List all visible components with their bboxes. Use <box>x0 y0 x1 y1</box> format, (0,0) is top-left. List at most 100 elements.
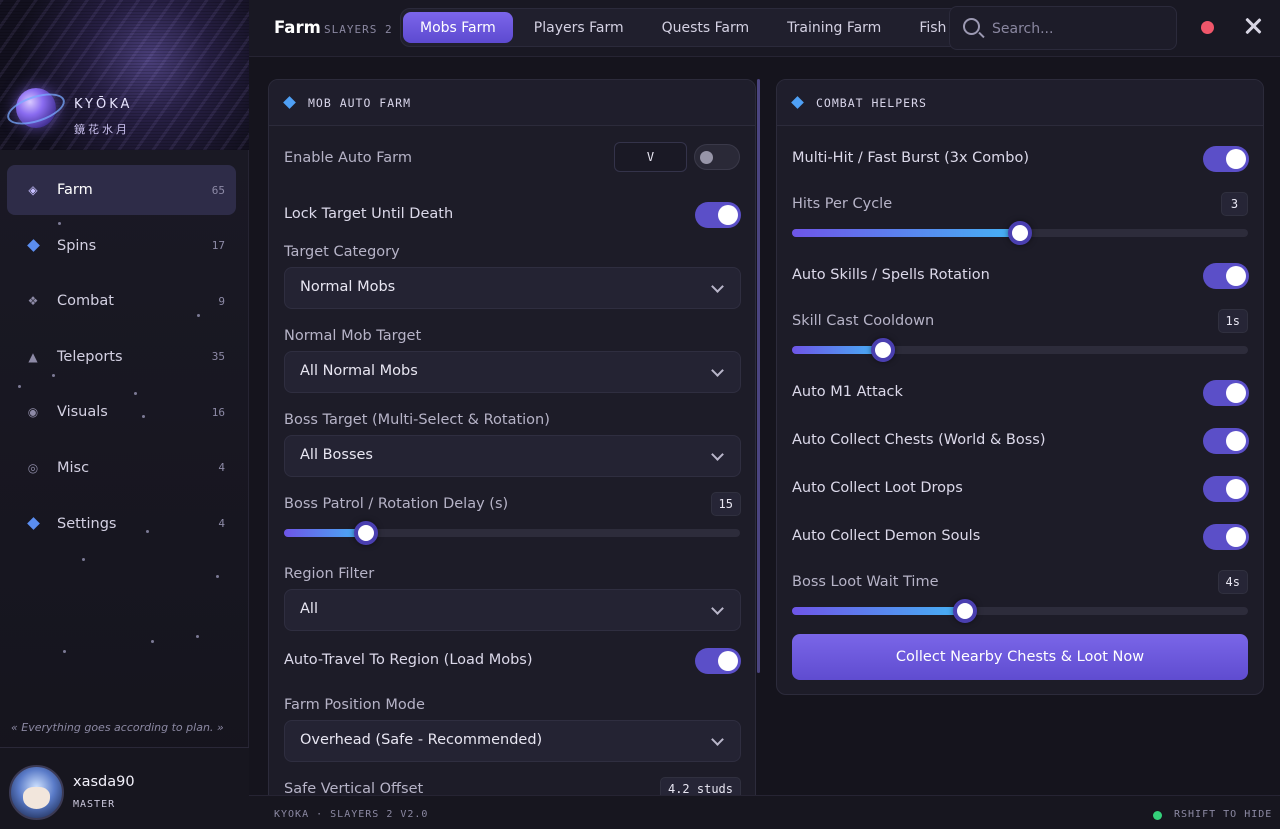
decor-star <box>142 415 145 418</box>
keybind-button[interactable]: V <box>614 142 687 172</box>
loot-wait-label: Boss Loot Wait Time <box>792 574 939 590</box>
loot-wait-slider[interactable] <box>792 599 1248 623</box>
tab-quests-farm[interactable]: Quests Farm <box>645 12 767 43</box>
main-content: MOB AUTO FARM Enable Auto Farm V Lock Ta… <box>249 57 1280 795</box>
boss-delay-label: Boss Patrol / Rotation Delay (s) <box>284 496 509 512</box>
collect-loot-button[interactable]: Collect Nearby Chests & Loot Now <box>792 634 1248 680</box>
enable-auto-farm-row: Enable Auto Farm V <box>269 126 755 190</box>
sidebar-item-combat[interactable]: ❖ Combat 9 <box>7 276 236 326</box>
multi-hit-toggle[interactable] <box>1203 146 1249 172</box>
panel-title: COMBAT HELPERS <box>816 95 927 110</box>
sidebar-item-label: Combat <box>57 293 114 310</box>
decor-star <box>63 650 66 653</box>
decor-star <box>197 314 200 317</box>
farm-position-select[interactable]: Overhead (Safe - Recommended) <box>284 720 741 762</box>
auto-skills-row: Auto Skills / Spells Rotation <box>777 251 1263 299</box>
avatar[interactable] <box>9 765 64 820</box>
sidebar: KYŌKA 鏡花水月 ◈ Farm 65 Spins 17 ❖ Combat 9… <box>0 0 249 829</box>
auto-travel-row: Auto-Travel To Region (Load Mobs) <box>269 636 755 684</box>
diamond-icon <box>283 96 296 109</box>
enable-auto-farm-label: Enable Auto Farm <box>284 150 413 166</box>
tab-mobs-farm[interactable]: Mobs Farm <box>403 12 513 43</box>
auto-loot-row: Auto Collect Loot Drops <box>777 464 1263 512</box>
auto-skills-label: Auto Skills / Spells Rotation <box>792 267 990 283</box>
region-filter-select[interactable]: All <box>284 589 741 631</box>
sidebar-quote: « Everything goes according to plan. » <box>11 721 224 734</box>
enable-auto-farm-toggle[interactable] <box>694 144 740 170</box>
panel-title: MOB AUTO FARM <box>308 95 412 110</box>
decor-star <box>134 392 137 395</box>
slider-knob[interactable] <box>1008 221 1032 245</box>
sidebar-item-teleports[interactable]: ▲ Teleports 35 <box>7 332 236 382</box>
auto-loot-label: Auto Collect Loot Drops <box>792 480 963 496</box>
search-input[interactable] <box>992 18 1167 40</box>
decor-star <box>18 385 21 388</box>
normal-mob-target-select[interactable]: All Normal Mobs <box>284 351 741 393</box>
select-value: Normal Mobs <box>300 279 396 295</box>
auto-souls-toggle[interactable] <box>1203 524 1249 550</box>
diamond-icon <box>791 96 804 109</box>
auto-chests-toggle[interactable] <box>1203 428 1249 454</box>
triangle-icon: ▲ <box>28 349 38 364</box>
sidebar-item-spins[interactable]: Spins 17 <box>7 221 236 271</box>
sidebar-item-settings[interactable]: Settings 4 <box>7 499 236 549</box>
eye-circle-icon: ◉ <box>27 405 39 420</box>
tab-training-farm[interactable]: Training Farm <box>770 12 898 43</box>
page-title: Farm <box>274 18 321 37</box>
sidebar-item-visuals[interactable]: ◉ Visuals 16 <box>7 387 236 437</box>
online-status-icon <box>1153 811 1162 820</box>
auto-chests-row: Auto Collect Chests (World & Boss) <box>777 416 1263 464</box>
skill-cooldown-label: Skill Cast Cooldown <box>792 313 935 329</box>
scrollbar[interactable] <box>757 79 760 673</box>
decor-star <box>196 635 199 638</box>
panel-header: COMBAT HELPERS <box>777 80 1263 126</box>
sidebar-item-label: Farm <box>57 182 93 198</box>
boss-delay-slider[interactable] <box>284 521 740 545</box>
target-category-select[interactable]: Normal Mobs <box>284 267 741 309</box>
diamond-outline-icon: ◈ <box>28 183 38 197</box>
sidebar-item-count: 9 <box>218 294 225 308</box>
hide-hint: RSHIFT TO HIDE <box>1174 809 1273 820</box>
sidebar-item-label: Misc <box>57 459 90 476</box>
vertical-offset-value: 4.2 studs <box>659 777 741 795</box>
close-icon[interactable] <box>1242 15 1264 37</box>
diamond-filled-icon <box>26 517 40 531</box>
lock-target-toggle[interactable] <box>695 202 741 228</box>
auto-travel-toggle[interactable] <box>695 648 741 674</box>
tab-players-farm[interactable]: Players Farm <box>517 12 641 43</box>
sidebar-item-label: Spins <box>57 237 97 254</box>
sidebar-item-misc[interactable]: ◎ Misc 4 <box>7 443 236 493</box>
sidebar-item-count: 35 <box>211 350 225 364</box>
auto-souls-row: Auto Collect Demon Souls <box>777 512 1263 560</box>
boss-target-label: Boss Target (Multi-Select & Rotation) <box>284 412 550 428</box>
vertical-offset-label: Safe Vertical Offset <box>284 781 424 795</box>
hits-per-cycle-slider[interactable] <box>792 221 1248 245</box>
mob-auto-farm-panel: MOB AUTO FARM Enable Auto Farm V Lock Ta… <box>268 79 756 795</box>
slider-knob[interactable] <box>871 338 896 362</box>
auto-skills-toggle[interactable] <box>1203 263 1249 289</box>
slider-knob[interactable] <box>953 599 978 623</box>
auto-m1-label: Auto M1 Attack <box>792 384 903 400</box>
hits-per-cycle-label: Hits Per Cycle <box>792 196 893 212</box>
multi-hit-label: Multi-Hit / Fast Burst (3x Combo) <box>792 150 1030 166</box>
boss-target-select[interactable]: All Bosses <box>284 435 741 477</box>
slider-knob[interactable] <box>354 521 379 545</box>
sidebar-item-farm[interactable]: ◈ Farm 65 <box>7 165 236 215</box>
decor-star <box>52 374 55 377</box>
auto-m1-toggle[interactable] <box>1203 380 1249 406</box>
skill-cooldown-value: 1s <box>1217 309 1248 333</box>
decor-star <box>216 575 219 578</box>
slider-fill <box>792 607 966 615</box>
auto-m1-row: Auto M1 Attack <box>777 368 1263 416</box>
search-box[interactable] <box>949 6 1177 50</box>
normal-mob-target-label: Normal Mob Target <box>284 328 422 344</box>
multi-hit-row: Multi-Hit / Fast Burst (3x Combo) <box>777 134 1263 182</box>
auto-loot-toggle[interactable] <box>1203 476 1249 502</box>
sidebar-item-count: 17 <box>211 239 225 253</box>
skill-cooldown-slider[interactable] <box>792 338 1248 362</box>
sidebar-item-count: 4 <box>218 461 225 475</box>
top-bar: Farm SLAYERS 2 Mobs Farm Players Farm Qu… <box>249 0 1280 57</box>
decor-star <box>146 530 149 533</box>
user-profile[interactable]: xasda90 MASTER <box>0 747 249 829</box>
chevron-down-icon <box>711 602 724 615</box>
